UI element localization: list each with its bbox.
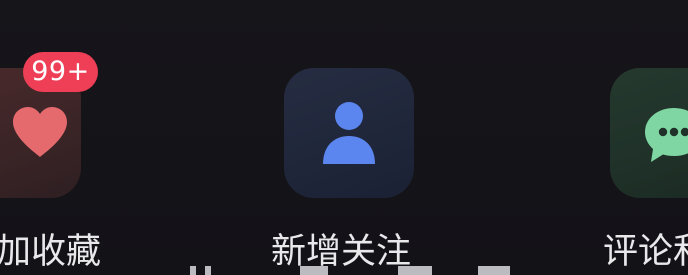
person-icon <box>323 102 375 164</box>
unread-count-badge: 99+ <box>23 52 98 92</box>
next-row-cutoff <box>0 266 688 275</box>
comments-button[interactable] <box>610 68 688 198</box>
chat-bubble-icon <box>645 108 688 162</box>
heart-icon <box>13 107 67 157</box>
new-followers-button[interactable] <box>284 68 414 198</box>
notification-shortcuts: 99+ 加收藏 新增关注 评论和 <box>0 0 688 275</box>
